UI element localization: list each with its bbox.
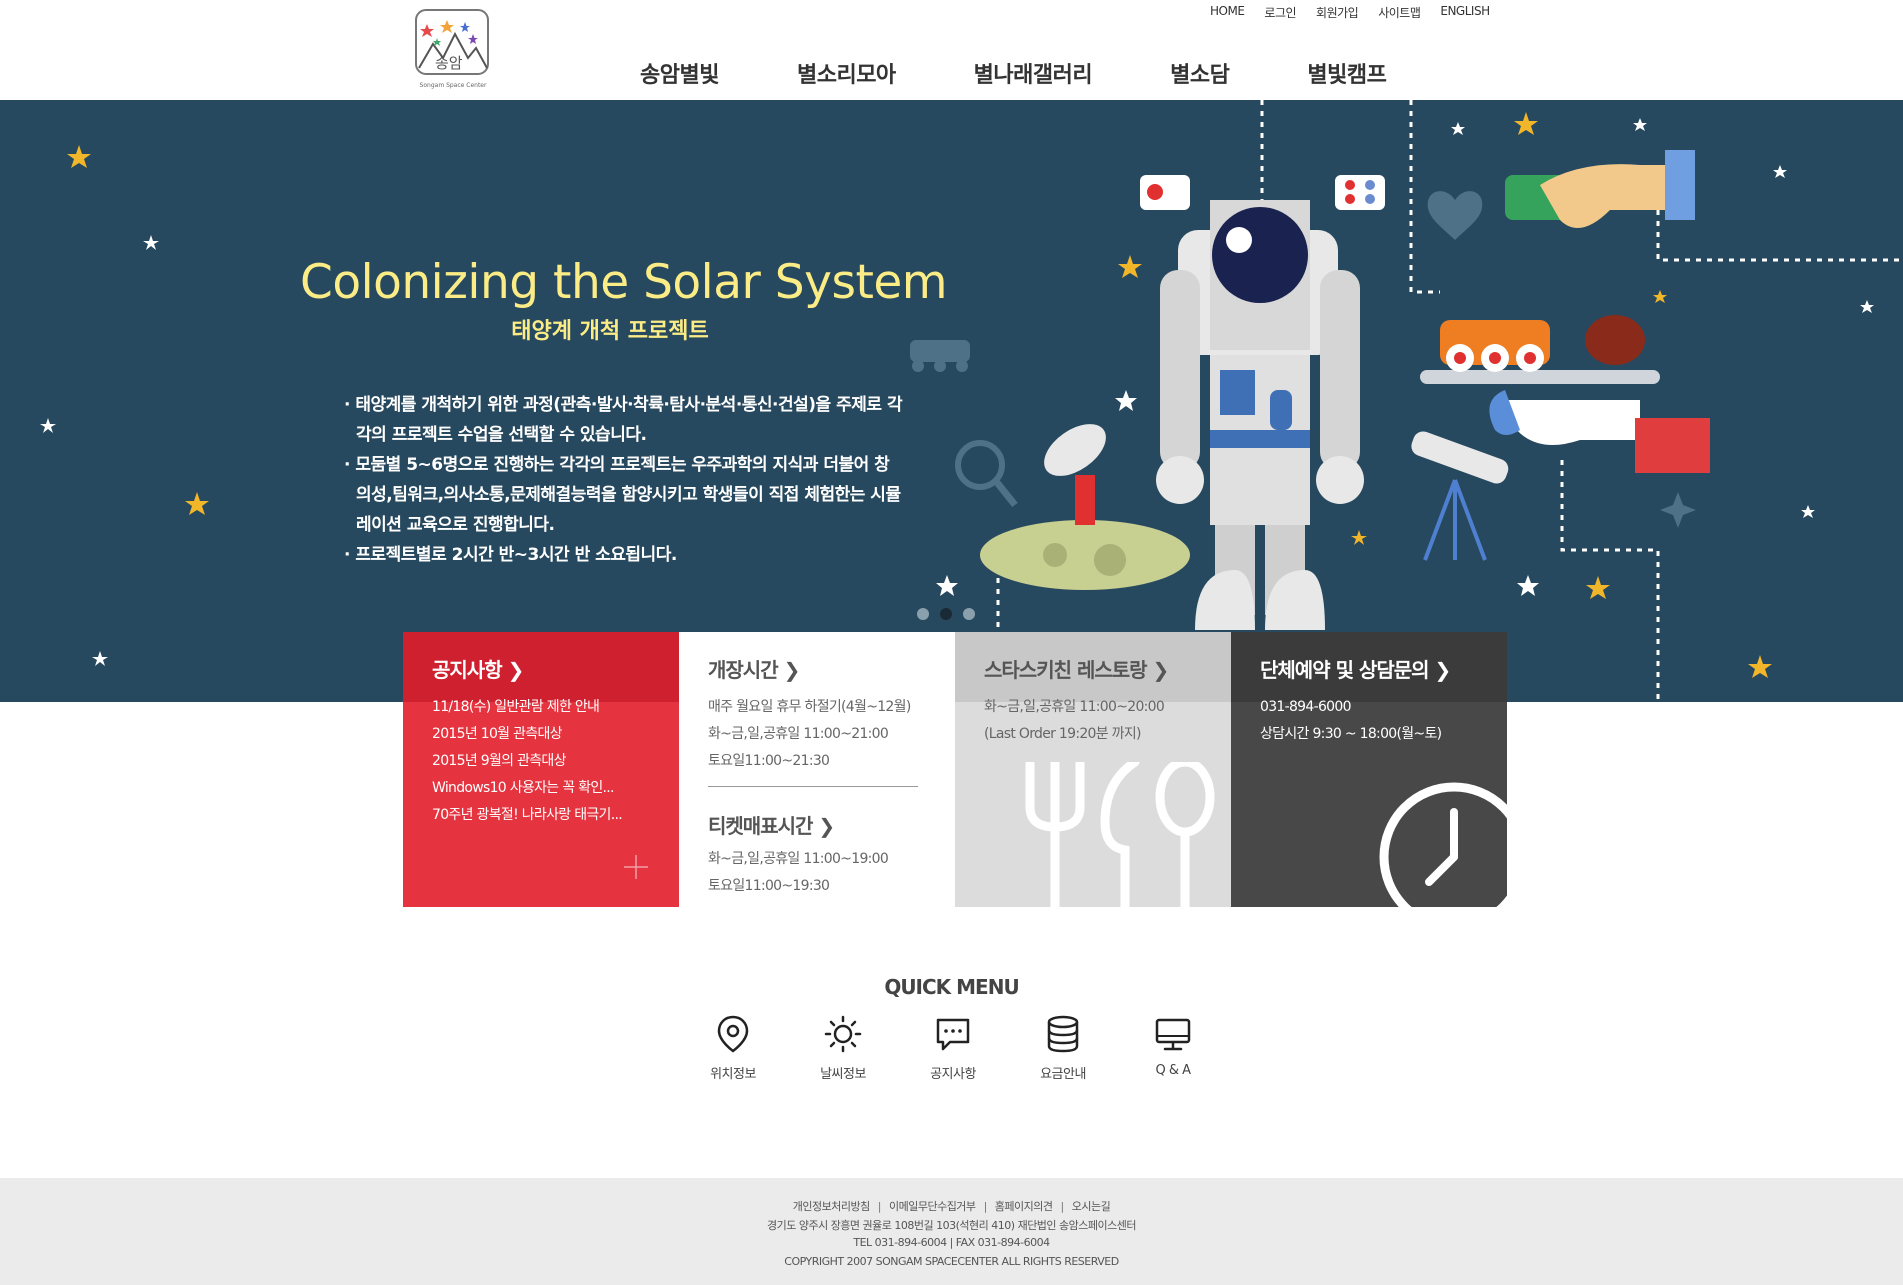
site-logo[interactable]: 송암 Songam Space Center: [413, 8, 493, 94]
restaurant-title-link[interactable]: 스타스키친 레스토랑 ❯: [984, 654, 1169, 683]
main-nav: 송암별빛 별소리모아 별나래갤러리 별소담 별빛캠프: [640, 57, 1387, 91]
slide-dot[interactable]: [963, 608, 975, 620]
site-footer: 개인정보처리방침 | 이메일무단수집거부 | 홈페이지의견 | 오시는길 경기도 양주시 장…: [0, 1178, 1903, 1285]
cutlery-icon: [1025, 762, 1215, 907]
ticket-hours-list: 화~금,일,공휴일 11:00~19:00 토요일11:00~19:30: [708, 846, 889, 900]
utility-nav: HOME 로그인 회원가입 사이트맵 ENGLISH: [1210, 4, 1490, 24]
hours-line: 토요일11:00~21:30: [708, 753, 830, 769]
hero-title: Colonizing the Solar System: [300, 255, 948, 310]
slide-dot[interactable]: [917, 608, 929, 620]
hero-desc-line: · 프로젝트별로 2시간 반~3시간 반 소요됩니다.: [344, 545, 677, 565]
quick-menu-qna[interactable]: Q & A: [1128, 1015, 1218, 1078]
nav-item-star-camp[interactable]: 별빛캠프: [1307, 57, 1386, 91]
logo-subtext: Songam Space Center: [419, 82, 487, 89]
hours-line: 화~금,일,공휴일 11:00~21:00: [708, 726, 889, 742]
clock-icon: [1379, 782, 1507, 907]
slide-pagination: [917, 608, 975, 620]
notice-item[interactable]: 2015년 10월 관측대상: [432, 721, 622, 748]
notice-item[interactable]: 70주년 광복절! 나라사랑 태극기...: [432, 802, 623, 829]
quick-menu-label: Q & A: [1155, 1063, 1191, 1078]
quick-menu-location[interactable]: 위치정보: [688, 1015, 778, 1082]
hero-banner: Colonizing the Solar System 태양계 개척 프로젝트 …: [0, 100, 1903, 702]
sun-icon: [824, 1015, 862, 1053]
nav-item-songam-starlight[interactable]: 송암별빛: [640, 57, 719, 91]
quick-menu-label: 위치정보: [710, 1067, 756, 1082]
notice-item[interactable]: Windows10 사용자는 꼭 확인...: [432, 775, 622, 802]
opening-hours-title-link[interactable]: 개장시간 ❯: [708, 654, 800, 683]
plus-icon[interactable]: [623, 854, 649, 880]
footer-separator: |: [877, 1200, 882, 1213]
nav-item-gallery[interactable]: 별나래갤러리: [974, 57, 1093, 91]
nav-item-star-sound[interactable]: 별소리모아: [797, 57, 896, 91]
footer-separator: |: [1060, 1200, 1065, 1213]
util-link-home[interactable]: HOME: [1210, 4, 1245, 24]
group-contact-list: 031-894-6000 상담시간 9:30 ~ 18:00(월~토): [1260, 694, 1442, 748]
hero-subtitle: 태양계 개척 프로젝트: [511, 319, 709, 344]
ticket-hours-line: 화~금,일,공휴일 11:00~19:00: [708, 851, 889, 867]
quick-menu-fees[interactable]: 요금안내: [1018, 1015, 1108, 1082]
util-link-sitemap[interactable]: 사이트맵: [1378, 4, 1421, 24]
chat-bubble-icon: [936, 1018, 970, 1051]
util-link-login[interactable]: 로그인: [1264, 4, 1296, 24]
group-hours: 상담시간 9:30 ~ 18:00(월~토): [1260, 726, 1442, 742]
ticket-hours-line: 토요일11:00~19:30: [708, 878, 830, 894]
footer-link-privacy[interactable]: 개인정보처리방침: [793, 1200, 870, 1213]
quick-menu-label: 날씨정보: [820, 1067, 866, 1082]
footer-copyright: COPYRIGHT 2007 SONGAM SPACECENTER ALL RI…: [784, 1255, 1119, 1268]
opening-hours-box: 개장시간 ❯ 매주 월요일 휴무 하절기(4월~12월) 화~금,일,공휴일 1…: [679, 632, 955, 907]
site-header: 송암 Songam Space Center HOME 로그인 회원가입 사이트…: [0, 0, 1903, 100]
notice-box: 공지사항 ❯ 11/18(수) 일반관람 제한 안내 2015년 10월 관측대…: [403, 632, 679, 907]
quick-menu-label: 요금안내: [1040, 1067, 1086, 1082]
quick-menu-notice[interactable]: 공지사항: [908, 1015, 998, 1082]
footer-separator: |: [983, 1200, 988, 1213]
restaurant-line: (Last Order 19:20분 까지): [984, 726, 1142, 742]
restaurant-line: 화~금,일,공휴일 11:00~20:00: [984, 699, 1165, 715]
hours-line: 매주 월요일 휴무 하절기(4월~12월): [708, 699, 911, 715]
notice-title-link[interactable]: 공지사항 ❯: [432, 654, 524, 683]
logo-text: 송암: [435, 54, 463, 72]
monitor-icon: [1155, 1018, 1191, 1051]
footer-address: 경기도 양주시 장흥면 권율로 108번길 103(석현리 410) 재단법인 …: [766, 1219, 1137, 1232]
group-reservation-box: 단체예약 및 상담문의 ❯ 031-894-6000 상담시간 9:30 ~ 1…: [1231, 632, 1507, 907]
quick-menu-weather[interactable]: 날씨정보: [798, 1015, 888, 1082]
hero-desc-line: · 태양계를 개척하기 위한 과정(관측·발사·착륙·탐사·분석·통신·건설)을…: [344, 395, 903, 445]
restaurant-hours-list: 화~금,일,공휴일 11:00~20:00 (Last Order 19:20분…: [984, 694, 1165, 748]
restaurant-box: 스타스키친 레스토랑 ❯ 화~금,일,공휴일 11:00~20:00 (Last…: [955, 632, 1231, 907]
group-reservation-title-link[interactable]: 단체예약 및 상담문의 ❯: [1260, 654, 1451, 683]
util-link-english[interactable]: ENGLISH: [1440, 4, 1490, 24]
footer-link-email-refusal[interactable]: 이메일무단수집거부: [889, 1200, 976, 1213]
util-link-signup[interactable]: 회원가입: [1316, 4, 1359, 24]
location-pin-icon: [717, 1015, 749, 1053]
footer-link-feedback[interactable]: 홈페이지의견: [995, 1200, 1053, 1213]
ticket-hours-title-link[interactable]: 티켓매표시간 ❯: [708, 810, 835, 839]
divider: [708, 786, 918, 787]
footer-link-directions[interactable]: 오시는길: [1072, 1200, 1111, 1213]
coins-icon: [1047, 1015, 1079, 1053]
footer-links: 개인정보처리방침 | 이메일무단수집거부 | 홈페이지의견 | 오시는길: [0, 1198, 1903, 1214]
hero-description: · 태양계를 개척하기 위한 과정(관측·발사·착륙·탐사·분석·통신·건설)을…: [344, 390, 904, 570]
quick-menu-label: 공지사항: [930, 1067, 976, 1082]
hero-desc-line: · 모둠별 5~6명으로 진행하는 각각의 프로젝트는 우주과학의 지식과 더불…: [344, 455, 901, 535]
footer-contact: TEL 031-894-6004 | FAX 031-894-6004: [853, 1236, 1050, 1249]
nav-item-star-talk[interactable]: 별소담: [1170, 57, 1230, 91]
opening-hours-list: 매주 월요일 휴무 하절기(4월~12월) 화~금,일,공휴일 11:00~21…: [708, 694, 911, 775]
notice-item[interactable]: 11/18(수) 일반관람 제한 안내: [432, 694, 622, 721]
notice-list: 11/18(수) 일반관람 제한 안내 2015년 10월 관측대상 2015년…: [432, 694, 623, 829]
astronaut-illustration: [910, 100, 1903, 702]
slide-dot-active[interactable]: [940, 608, 952, 620]
quick-menu-title: QUICK MENU: [884, 975, 1019, 999]
notice-item[interactable]: 2015년 9월의 관측대상: [432, 748, 622, 775]
group-phone: 031-894-6000: [1260, 699, 1351, 715]
